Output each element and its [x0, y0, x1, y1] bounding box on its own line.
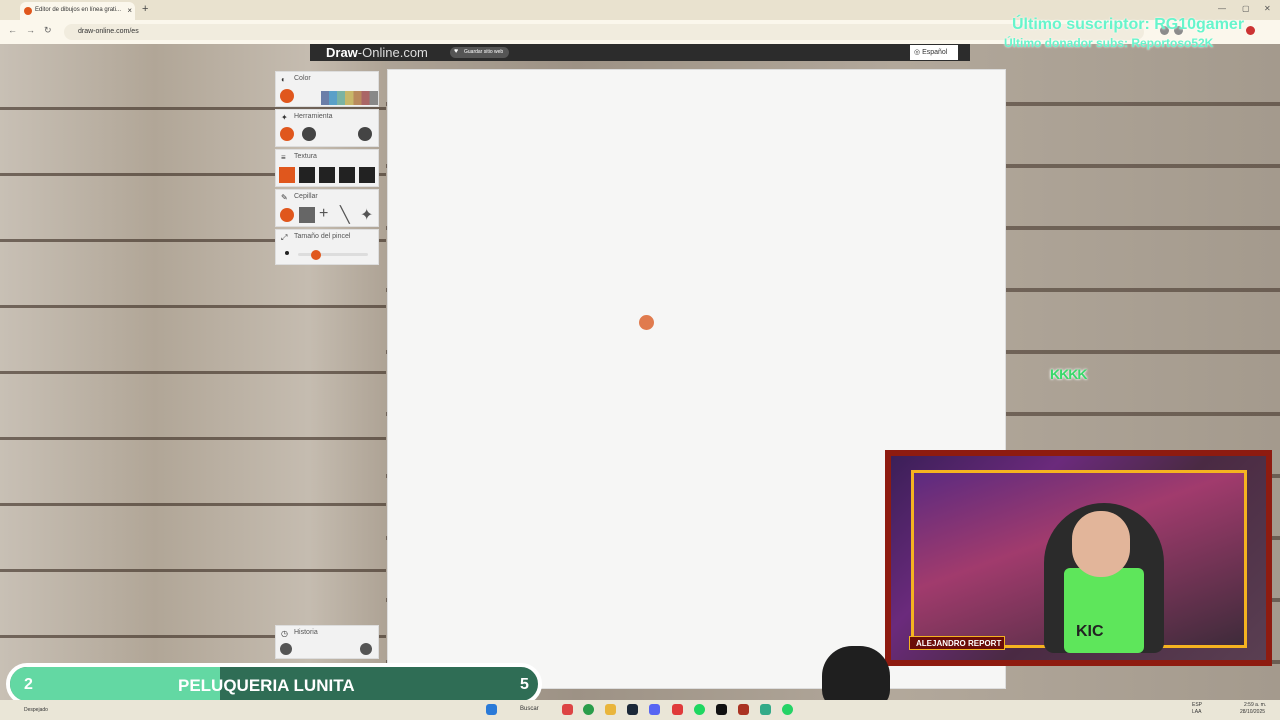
texture-dots-button[interactable] — [299, 167, 315, 183]
brush-icon: ✎ — [281, 193, 288, 202]
color-palette-grid[interactable] — [321, 91, 378, 105]
clock-icon: ◷ — [281, 629, 288, 638]
shirt-text: KIC — [1076, 623, 1104, 640]
texture-panel: ≡ Textura — [275, 149, 379, 187]
streamer-face — [1072, 511, 1130, 577]
site-header: Draw-Online.com ♥ Guardar sitio web ◎ Es… — [310, 44, 970, 61]
search-label[interactable]: Buscar — [520, 706, 539, 712]
kkk-sticker: KKKK — [1050, 366, 1087, 382]
weather-label: Despejado — [24, 707, 48, 713]
reload-button[interactable]: ↻ — [44, 25, 52, 36]
brush-panel-title: Cepillar — [294, 193, 318, 200]
texture-paint-button[interactable] — [339, 167, 355, 183]
site-logo[interactable]: Draw-Online.com — [326, 45, 428, 60]
steam-icon[interactable] — [627, 704, 638, 715]
goal-current-count: 2 — [24, 676, 33, 693]
save-website-label: Guardar sitio web — [464, 49, 504, 55]
brush-size-panel: ⤢ Tamaño del pincel — [275, 229, 379, 265]
line-brush-icon[interactable]: ╲ — [340, 205, 350, 225]
app-icon[interactable] — [738, 704, 749, 715]
save-website-button[interactable]: ♥ Guardar sitio web — [450, 47, 510, 58]
brush-cursor — [639, 315, 654, 330]
brush-size-title: Tamaño del pincel — [294, 233, 351, 240]
webcam-frame: KIC — [911, 470, 1247, 653]
star-brush-icon[interactable]: ✦ — [360, 205, 373, 225]
site-favicon-icon — [24, 7, 32, 15]
brush-size-slider[interactable] — [298, 253, 368, 256]
globe-icon: ◎ — [914, 49, 921, 56]
maximize-button[interactable]: ▢ — [1242, 4, 1250, 13]
texture-lines-button[interactable] — [319, 167, 335, 183]
app-icon[interactable] — [562, 704, 573, 715]
minimize-button[interactable]: — — [1218, 4, 1226, 13]
discord-icon[interactable] — [649, 704, 660, 715]
logo-rest: -Online.com — [357, 45, 428, 60]
tool-panel-title: Herramienta — [294, 113, 333, 120]
redo-button[interactable] — [360, 643, 372, 655]
color-panel-title: Color — [294, 75, 311, 82]
square-brush-button[interactable] — [299, 207, 315, 223]
resize-icon: ⤢ — [281, 233, 288, 242]
color-panel: ◐ Color — [275, 71, 379, 107]
app-icon[interactable] — [672, 704, 683, 715]
new-tab-button[interactable]: + — [142, 3, 148, 15]
tab-close-icon[interactable]: × — [127, 6, 132, 15]
chrome-icon[interactable] — [583, 704, 594, 715]
clock-date[interactable]: 28/10/2025 — [1240, 709, 1265, 715]
app-icon[interactable] — [716, 704, 727, 715]
eyedropper-tool-button[interactable] — [358, 127, 372, 141]
folder-icon[interactable] — [605, 704, 616, 715]
heart-icon: ♥ — [454, 48, 459, 55]
texture-panel-title: Textura — [294, 153, 317, 160]
round-brush-button[interactable] — [280, 208, 294, 222]
brush-size-knob[interactable] — [310, 250, 321, 260]
texture-icon: ≡ — [281, 153, 286, 162]
profile-avatar[interactable] — [1246, 26, 1255, 35]
stream-goal-bar: 2 PELUQUERIA LUNITA 5 — [6, 663, 542, 705]
streamer-name-badge: ALEJANDRO REPORT — [909, 636, 1005, 650]
language-selector[interactable]: ◎ Español — [910, 45, 958, 60]
forward-button[interactable]: → — [26, 25, 35, 35]
brush-panel: ✎ Cepillar + ╲ ✦ — [275, 189, 379, 227]
webcam-overlay: KIC ALEJANDRO REPORT — [885, 450, 1272, 666]
logo-bold: Draw — [326, 45, 358, 60]
back-button[interactable]: ← — [8, 25, 17, 35]
texture-cross-button[interactable] — [359, 167, 375, 183]
start-icon[interactable] — [486, 704, 497, 715]
tab-title: Editor de dibujos en línea grati... — [35, 7, 122, 13]
last-donor-text: Último donador subs: Reportoso52K — [1004, 36, 1214, 50]
last-subscriber-text: Último suscriptor: RG10gamer — [1012, 16, 1245, 33]
history-panel-title: Historia — [294, 629, 318, 636]
goal-title: PELUQUERIA LUNITA — [178, 676, 355, 695]
whatsapp-icon[interactable] — [782, 704, 793, 715]
lang-indicator-2[interactable]: LAA — [1192, 709, 1201, 715]
texture-solid-button[interactable] — [279, 167, 295, 183]
windows-taskbar: Despejado Buscar ESP LAA 2:59 a. m. 28/1… — [0, 700, 1280, 720]
url-text: draw-online.com/es — [78, 28, 139, 35]
lang-indicator-1[interactable]: ESP — [1192, 702, 1202, 708]
url-field[interactable]: draw-online.com/es — [64, 24, 1144, 40]
history-panel: ◷ Historia — [275, 625, 379, 659]
app-icon[interactable] — [760, 704, 771, 715]
palette-icon: ◐ — [281, 75, 286, 84]
close-window-button[interactable]: ✕ — [1264, 4, 1271, 13]
brush-tool-button[interactable] — [280, 127, 294, 141]
magic-wand-icon: ✦ — [281, 113, 288, 122]
small-size-icon — [285, 251, 289, 255]
goal-target-count: 5 — [520, 676, 529, 693]
tool-panel: ✦ Herramienta — [275, 109, 379, 147]
fill-tool-button[interactable] — [302, 127, 316, 141]
plus-brush-icon[interactable]: + — [319, 205, 328, 223]
language-label: Español — [922, 49, 948, 56]
browser-tab[interactable]: Editor de dibujos en línea grati... × — [20, 2, 135, 20]
clock-time[interactable]: 2:59 a. m. — [1244, 702, 1266, 708]
spotify-icon[interactable] — [694, 704, 705, 715]
undo-button[interactable] — [280, 643, 292, 655]
current-color-swatch[interactable] — [280, 89, 294, 103]
